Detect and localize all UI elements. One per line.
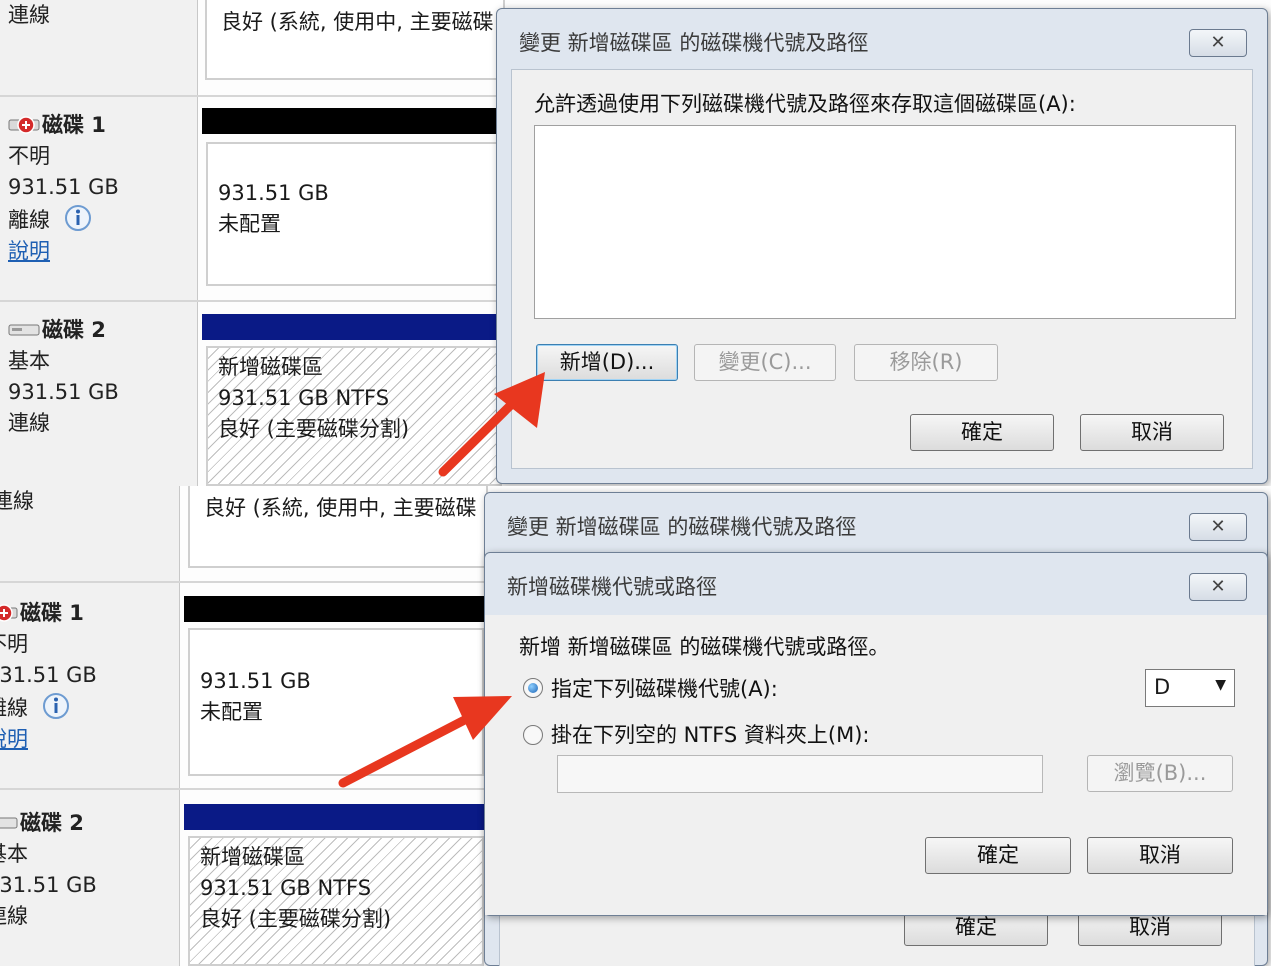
annotation-arrow [438, 372, 545, 477]
disk-management-panel-top: 連線 良好 (系統, 使用中, 主要磁碟 磁碟 1 不明 931.51 GB 離… [0, 0, 1271, 486]
annotation-arrow [338, 696, 512, 788]
disk-management-panel-bottom: 連線 良好 (系統, 使用中, 主要磁碟 磁碟 1 不明 931.51 GB 離… [0, 486, 1271, 966]
